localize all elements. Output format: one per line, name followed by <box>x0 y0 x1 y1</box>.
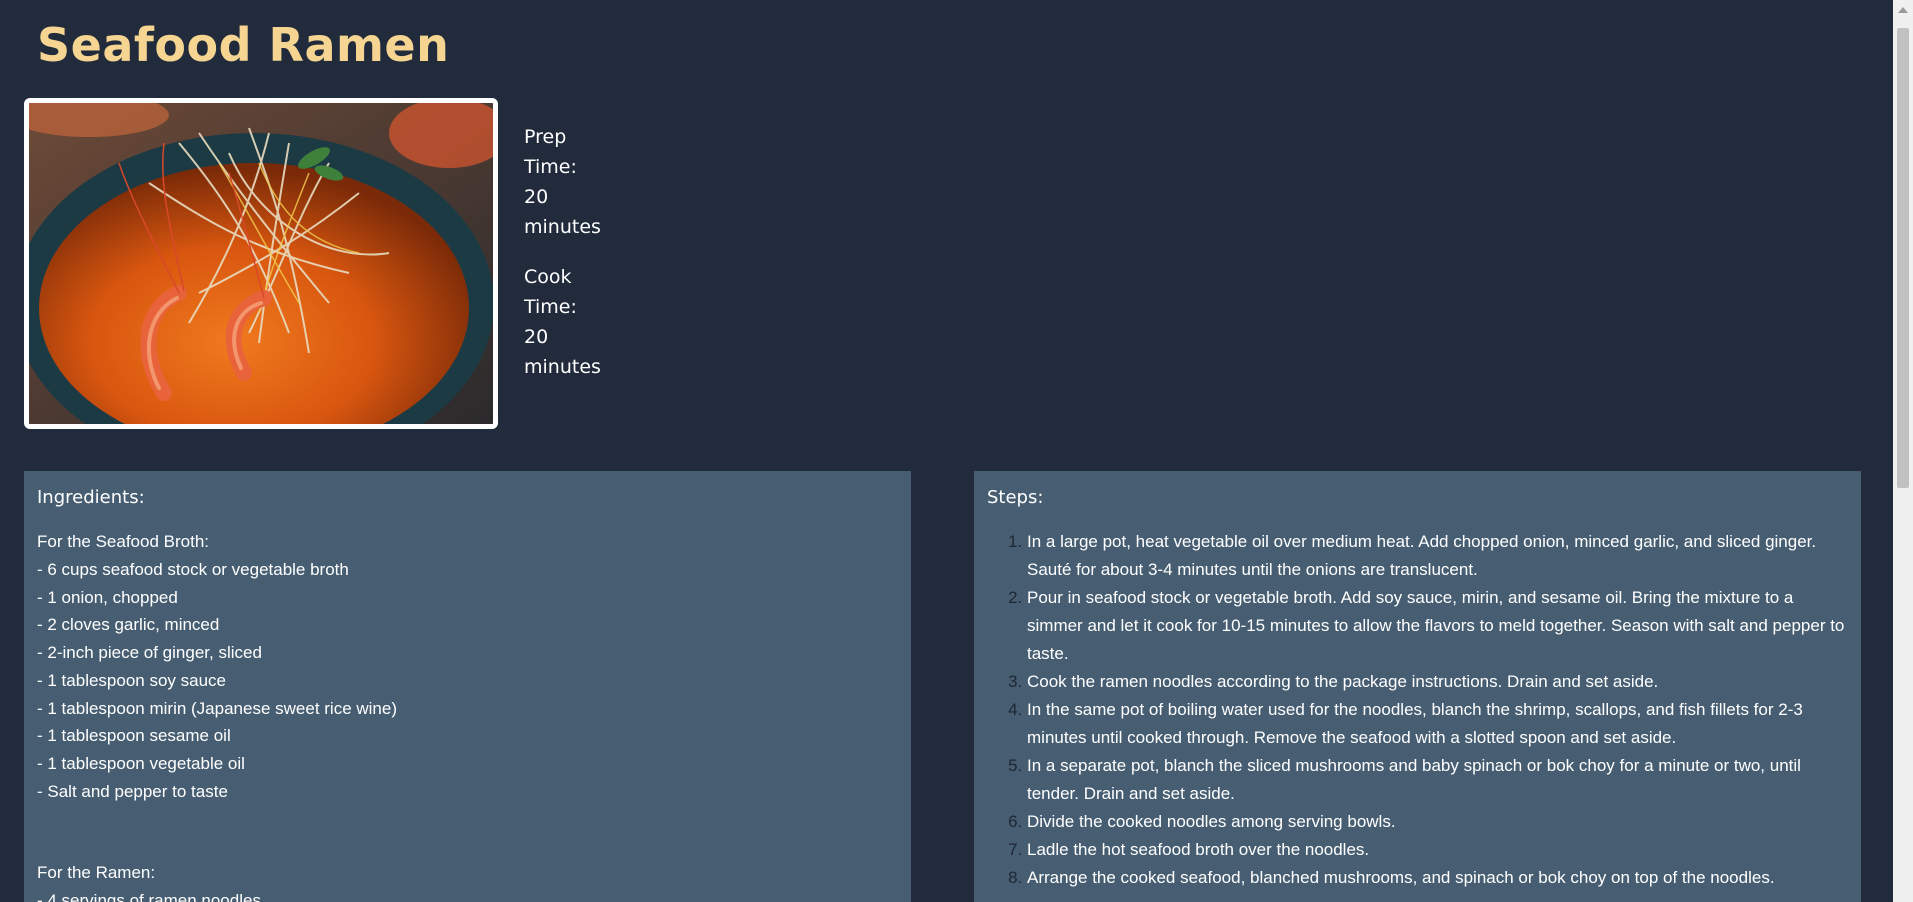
steps-list: In a large pot, heat vegetable oil over … <box>987 528 1848 892</box>
cook-time: Cook Time: 20 minutes <box>524 262 604 382</box>
step-item: Ladle the hot seafood broth over the noo… <box>1027 836 1848 864</box>
ingredients-heading: Ingredients: <box>37 487 145 508</box>
ingredient-item: - 4 servings of ramen noodles <box>37 891 261 902</box>
ingredient-item: - 2-inch piece of ginger, sliced <box>37 643 262 663</box>
prep-time-value: 20 <box>524 186 549 208</box>
vertical-scrollbar[interactable] <box>1893 0 1913 902</box>
cook-time-label: Cook <box>524 266 572 288</box>
steps-panel: Steps: In a large pot, heat vegetable oi… <box>974 471 1861 902</box>
ingredient-item: - 1 tablespoon vegetable oil <box>37 753 245 773</box>
recipe-photo <box>24 98 498 429</box>
prep-time: Prep Time: 20 minutes <box>524 122 604 242</box>
prep-time-unit: minutes <box>524 216 601 238</box>
step-item: In a large pot, heat vegetable oil over … <box>1027 528 1848 584</box>
cook-time-unit: minutes <box>524 356 601 378</box>
recipe-page: Seafood Ramen Prep Time: 20 minutes Cook… <box>0 0 1893 902</box>
ingredient-item: - 1 tablespoon soy sauce <box>37 670 227 690</box>
ingredient-item: - 1 onion, chopped <box>37 587 178 607</box>
ingredient-group-title: For the Seafood Broth: <box>37 532 209 551</box>
cook-time-label-suffix: Time: <box>524 296 577 318</box>
cook-time-value: 20 <box>524 326 549 348</box>
step-item: In a separate pot, blanch the sliced mus… <box>1027 752 1848 808</box>
ingredient-group: For the Seafood Broth: - 6 cups seafood … <box>37 528 898 805</box>
ingredient-item: - 1 tablespoon mirin (Japanese sweet ric… <box>37 698 398 718</box>
step-item: Arrange the cooked seafood, blanched mus… <box>1027 864 1848 892</box>
ingredient-group: For the Ramen: - 4 servings of ramen noo… <box>37 859 898 902</box>
prep-time-label-suffix: Time: <box>524 156 577 178</box>
ingredients-panel: Ingredients: For the Seafood Broth: - 6 … <box>24 471 911 902</box>
step-item: Divide the cooked noodles among serving … <box>1027 808 1848 836</box>
ramen-photo-illustration <box>29 103 493 424</box>
steps-heading: Steps: <box>987 487 1044 508</box>
ingredient-item: - 2 cloves garlic, minced <box>37 615 220 635</box>
step-item: Pour in seafood stock or vegetable broth… <box>1027 584 1848 668</box>
prep-time-label: Prep <box>524 126 567 148</box>
ingredient-item: - 6 cups seafood stock or vegetable brot… <box>37 560 349 579</box>
ingredient-item: - Salt and pepper to taste <box>37 781 228 801</box>
step-item: In the same pot of boiling water used fo… <box>1027 696 1848 752</box>
recipe-times: Prep Time: 20 minutes Cook Time: 20 minu… <box>524 122 604 402</box>
ingredient-group-title: For the Ramen: <box>37 863 156 883</box>
ingredient-item: - 1 tablespoon sesame oil <box>37 726 231 746</box>
scrollbar-thumb[interactable] <box>1897 28 1909 488</box>
page-title: Seafood Ramen <box>37 18 450 72</box>
scroll-up-arrow-icon[interactable] <box>1898 7 1908 13</box>
step-item: Cook the ramen noodles according to the … <box>1027 668 1848 696</box>
